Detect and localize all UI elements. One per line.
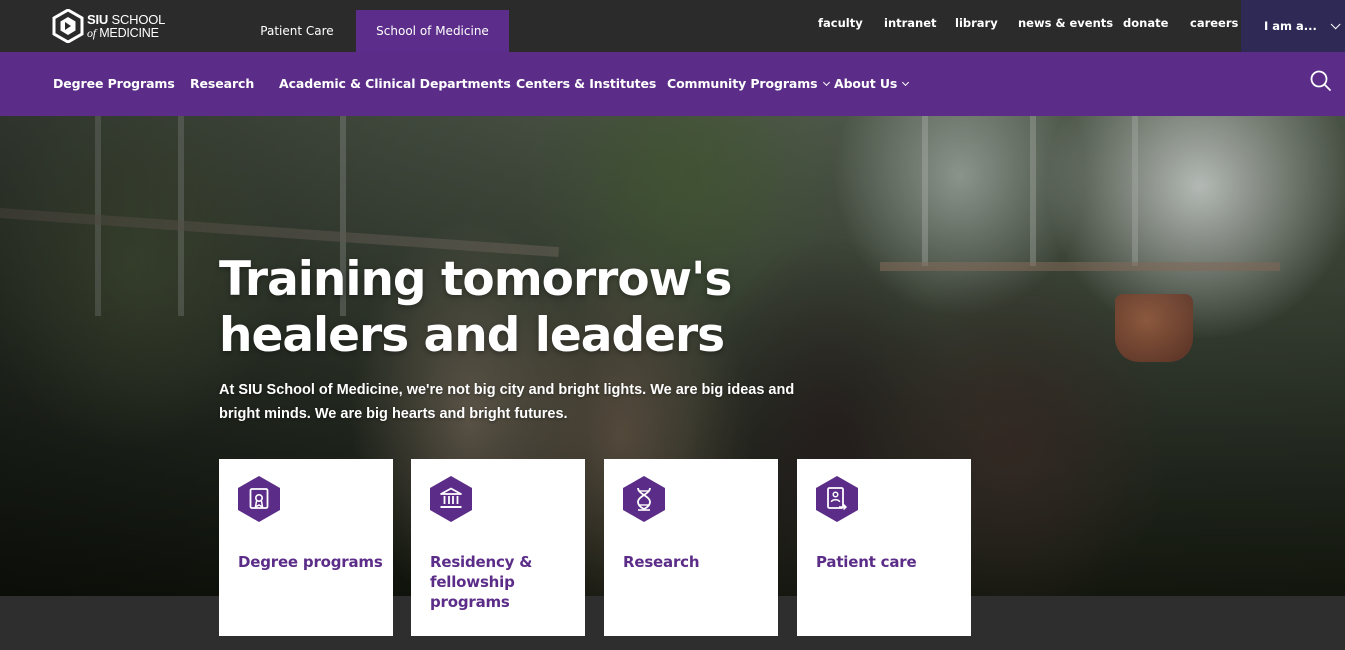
chevron-down-icon — [902, 78, 910, 87]
nav-academic-clinical-departments[interactable]: Academic & Clinical Departments — [279, 76, 511, 91]
search-icon — [1310, 70, 1331, 91]
chevron-down-icon — [822, 78, 830, 87]
hero-title: Training tomorrow's healers and leaders — [219, 252, 839, 364]
nav-community-programs[interactable]: Community Programs — [667, 76, 830, 91]
search-button[interactable] — [1308, 68, 1334, 94]
logo-siu: SIU — [87, 11, 109, 27]
util-link-library[interactable]: library — [955, 16, 998, 30]
institution-icon — [430, 476, 472, 522]
nav-label: Centers & Institutes — [516, 76, 657, 91]
hero-title-line-2: healers and leaders — [219, 308, 725, 363]
patient-chart-icon — [816, 476, 858, 522]
chevron-down-icon — [1330, 18, 1341, 29]
tab-patient-care[interactable]: Patient Care — [240, 10, 354, 52]
card-label: Research — [623, 553, 700, 571]
card-research[interactable]: Research — [604, 459, 778, 636]
util-link-news-events[interactable]: news & events — [1018, 16, 1113, 30]
top-utility-bar: SIU SCHOOL of MEDICINE Patient Care Scho… — [0, 0, 1345, 52]
main-navigation: Degree Programs Research Academic & Clin… — [0, 52, 1345, 116]
nav-label: Research — [190, 76, 255, 91]
card-residency-fellowship[interactable]: Residency & fellowship programs — [411, 459, 585, 636]
logo-medicine: MEDICINE — [99, 25, 159, 40]
card-label: Degree programs — [238, 553, 383, 571]
nav-research[interactable]: Research — [190, 76, 254, 91]
nav-degree-programs[interactable]: Degree Programs — [53, 76, 175, 91]
hero-title-line-1: Training tomorrow's — [219, 252, 732, 307]
card-degree-programs[interactable]: Degree programs — [219, 459, 393, 636]
nav-label: Academic & Clinical Departments — [279, 76, 511, 91]
hero-subtitle: At SIU School of Medicine, we're not big… — [219, 382, 795, 422]
logo-school: SCHOOL — [111, 11, 166, 27]
nav-label: About Us — [834, 76, 898, 91]
diploma-icon — [238, 476, 280, 522]
dna-icon — [623, 476, 665, 522]
nav-about-us[interactable]: About Us — [834, 76, 910, 91]
nav-label: Community Programs — [667, 76, 818, 91]
i-am-a-label: I am a... — [1264, 19, 1317, 33]
siu-logo[interactable]: SIU SCHOOL of MEDICINE — [52, 8, 172, 44]
logo-of: of — [87, 25, 96, 40]
siu-logo-mark-icon — [52, 9, 84, 43]
card-patient-care[interactable]: Patient care — [797, 459, 971, 636]
util-link-donate[interactable]: donate — [1123, 16, 1168, 30]
nav-label: Degree Programs — [53, 76, 175, 91]
nav-centers-institutes[interactable]: Centers & Institutes — [516, 76, 656, 91]
util-link-intranet[interactable]: intranet — [884, 16, 937, 30]
card-label: Patient care — [816, 553, 917, 571]
logo-text: SIU SCHOOL of MEDICINE — [87, 13, 165, 40]
util-link-careers[interactable]: careers — [1190, 16, 1238, 30]
util-link-faculty[interactable]: faculty — [818, 16, 863, 30]
tab-school-of-medicine[interactable]: School of Medicine — [356, 10, 509, 52]
i-am-a-dropdown[interactable]: I am a... — [1241, 0, 1345, 52]
card-label: Residency & fellowship programs — [430, 553, 533, 611]
